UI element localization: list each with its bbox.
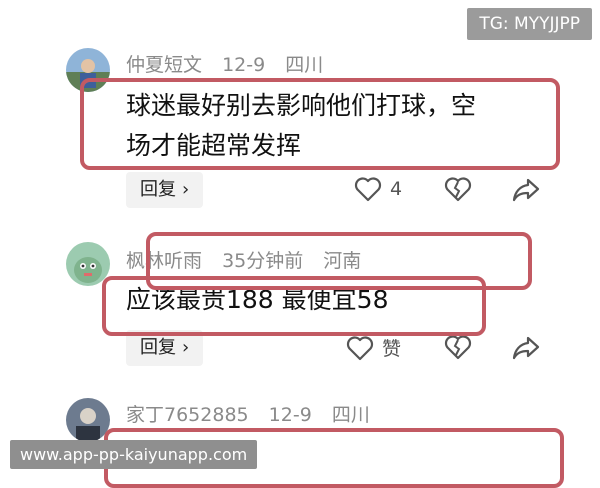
reply-label: 回复	[140, 179, 176, 200]
heart-icon	[354, 177, 382, 202]
highlight-box	[102, 276, 486, 336]
dislike-button[interactable]	[444, 334, 472, 360]
username[interactable]: 仲夏短文	[126, 54, 202, 76]
like-button[interactable]: 赞	[346, 334, 401, 361]
comment-meta: 家丁7652885 12-9 四川	[126, 400, 384, 427]
dislike-button[interactable]	[444, 176, 472, 202]
broken-heart-icon	[444, 335, 472, 360]
reply-button[interactable]: 回复 ›	[126, 172, 204, 208]
reply-label: 回复	[140, 337, 176, 358]
comment-time: 12-9	[268, 404, 312, 426]
heart-icon	[346, 335, 374, 360]
chevron-right-icon: ›	[182, 179, 190, 200]
share-icon	[512, 178, 540, 202]
comment-meta: 仲夏短文 12-9 四川	[126, 50, 337, 77]
share-button[interactable]	[512, 176, 540, 202]
watermark: www.app-pp-kaiyunapp.com	[10, 440, 258, 469]
tg-label: TG: MYYJJPP	[467, 8, 592, 40]
share-icon	[512, 336, 540, 360]
highlight-box	[80, 78, 560, 170]
like-label: 赞	[382, 338, 402, 360]
share-button[interactable]	[512, 334, 540, 360]
broken-heart-icon	[444, 177, 472, 202]
username[interactable]: 家丁7652885	[126, 404, 249, 426]
like-count: 4	[390, 178, 403, 200]
comment-location: 四川	[331, 404, 370, 426]
chevron-right-icon: ›	[182, 337, 190, 358]
like-button[interactable]: 4	[354, 176, 402, 202]
comment-time: 12-9	[222, 54, 266, 76]
comment-location: 四川	[285, 54, 324, 76]
